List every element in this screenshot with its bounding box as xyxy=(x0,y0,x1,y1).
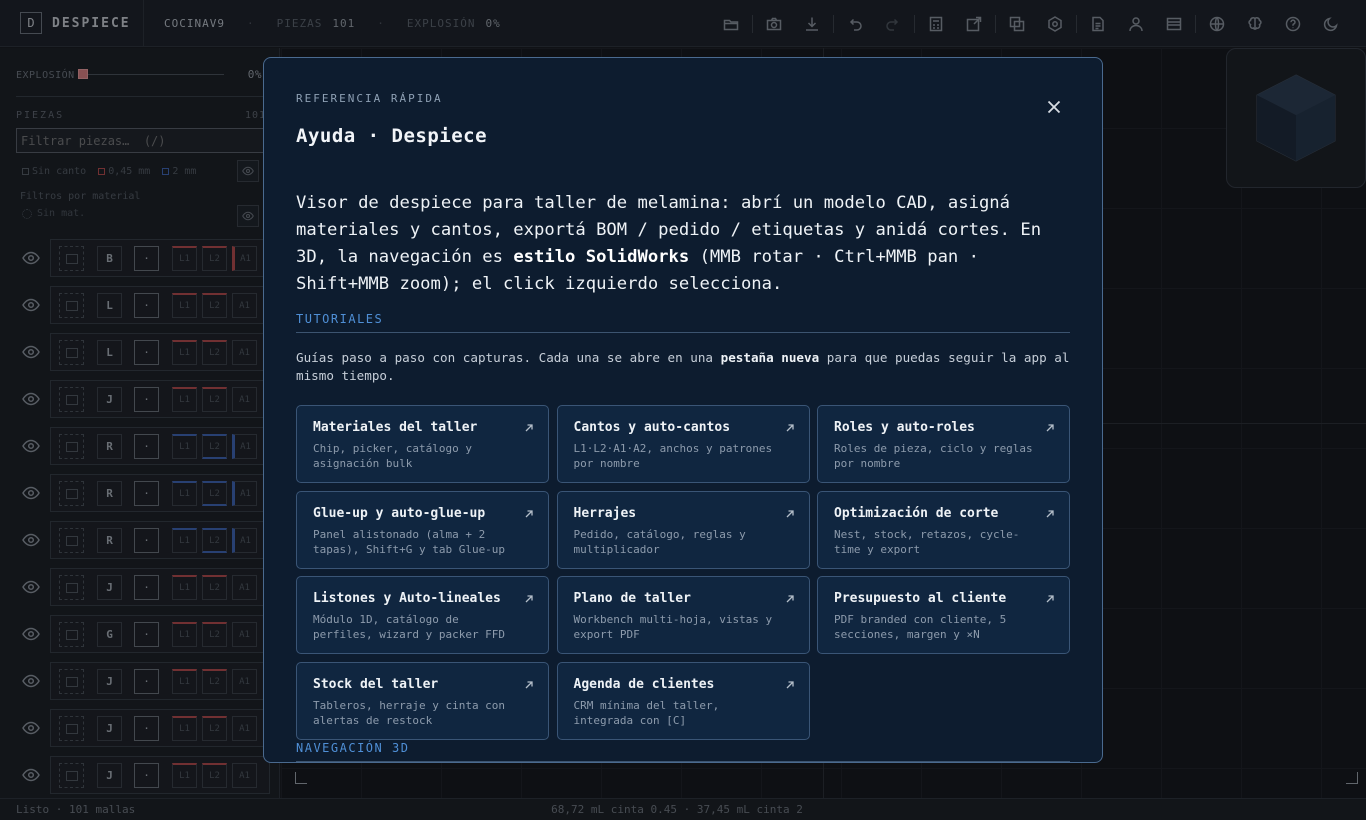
external-link-icon xyxy=(524,504,534,517)
tutorial-card[interactable]: Listones y Auto-lineales Módulo 1D, catál… xyxy=(296,576,549,654)
external-link-icon xyxy=(785,675,795,688)
tutorial-title: Glue-up y auto-glue-up xyxy=(313,505,486,521)
tutorial-title: Roles y auto-roles xyxy=(834,420,975,435)
tutorial-description: Chip, picker, catálogo y asignación bulk xyxy=(313,442,472,470)
tutorial-description: PDF branded con cliente, 5 secciones, ma… xyxy=(834,613,1007,641)
external-link-icon xyxy=(785,418,795,432)
tutorial-title: Presupuesto al cliente xyxy=(834,591,1007,606)
tutorial-description: Roles de pieza, ciclo y reglas por nombr… xyxy=(834,442,1033,470)
close-icon xyxy=(1047,100,1061,114)
tutorials-desc-text: Guías paso a paso con capturas. Cada una… xyxy=(296,350,721,365)
tutorial-card[interactable]: Cantos y auto-cantos L1·L2·A1·A2, anchos … xyxy=(556,405,810,483)
help-modal: REFERENCIA RÁPIDA Ayuda · Despiece Visor… xyxy=(263,57,1103,763)
external-link-icon xyxy=(785,589,795,603)
tutorial-card[interactable]: Optimización de corte Nest, stock, retazo… xyxy=(817,490,1070,569)
tutorial-card[interactable]: Agenda de clientes CRM mínima del taller,… xyxy=(556,661,810,740)
intro-emphasis: estilo SolidWorks xyxy=(513,247,690,267)
tutorial-description: L1·L2·A1·A2, anchos y patrones por nombr… xyxy=(573,442,773,470)
close-button[interactable] xyxy=(1042,95,1066,119)
tutorials-section-header: TUTORIALES xyxy=(296,312,1070,333)
tutorial-card[interactable]: Glue-up y auto-glue-up Panel alistonado (… xyxy=(296,490,549,569)
tutorial-title: Optimización de corte xyxy=(834,505,999,521)
tutorial-card[interactable]: Herrajes Pedido, catálogo, reglas y multi… xyxy=(556,490,810,569)
tutorial-card[interactable]: Roles y auto-roles Roles de pieza, ciclo … xyxy=(817,405,1070,483)
tutorial-title: Herrajes xyxy=(573,505,637,521)
tutorial-description: Módulo 1D, catálogo de perfiles, wizard … xyxy=(313,613,506,641)
external-link-icon xyxy=(524,418,534,432)
tutorial-description: Pedido, catálogo, reglas y multiplicador xyxy=(573,527,746,556)
tutorial-title: Plano de taller xyxy=(573,591,691,606)
tutorials-desc-emphasis: pestaña nueva xyxy=(720,350,820,365)
tutorial-title: Listones y Auto-lineales xyxy=(313,591,501,606)
tutorial-card[interactable]: Stock del taller Tableros, herraje y cint… xyxy=(296,661,549,740)
tutorial-card[interactable]: Presupuesto al cliente PDF branded con cl… xyxy=(817,576,1070,654)
tutorial-title: Stock del taller xyxy=(313,676,439,692)
modal-intro: Visor de despiece para taller de melamin… xyxy=(296,190,1072,298)
tutorial-title: Cantos y auto-cantos xyxy=(573,420,731,435)
external-link-icon xyxy=(785,504,795,517)
tutorial-description: Panel alistonado (alma + 2 tapas), Shift… xyxy=(313,527,506,556)
external-link-icon xyxy=(524,589,534,603)
tutorial-description: Nest, stock, retazos, cycle-time y expor… xyxy=(834,527,1020,556)
tutorial-description: CRM mínima del taller, integrada con [C] xyxy=(573,698,720,727)
tutorial-card[interactable]: Materiales del taller Chip, picker, catál… xyxy=(296,405,549,483)
external-link-icon xyxy=(1045,418,1055,432)
tutorial-description: Workbench multi-hoja, vistas y export PD… xyxy=(573,613,773,641)
tutorials-description: Guías paso a paso con capturas. Cada una… xyxy=(296,349,1072,385)
tutorial-title: Agenda de clientes xyxy=(573,676,715,692)
external-link-icon xyxy=(1045,504,1055,517)
navigation-3d-section-header: NAVEGACIÓN 3D xyxy=(296,741,1070,762)
external-link-icon xyxy=(524,675,534,688)
external-link-icon xyxy=(1045,589,1055,603)
modal-kicker: REFERENCIA RÁPIDA xyxy=(296,92,443,105)
tutorial-description: Tableros, herraje y cinta con alertas de… xyxy=(313,698,506,727)
modal-title: Ayuda · Despiece xyxy=(296,125,488,147)
tutorial-title: Materiales del taller xyxy=(313,420,478,435)
tutorial-card[interactable]: Plano de taller Workbench multi-hoja, vis… xyxy=(556,576,810,654)
